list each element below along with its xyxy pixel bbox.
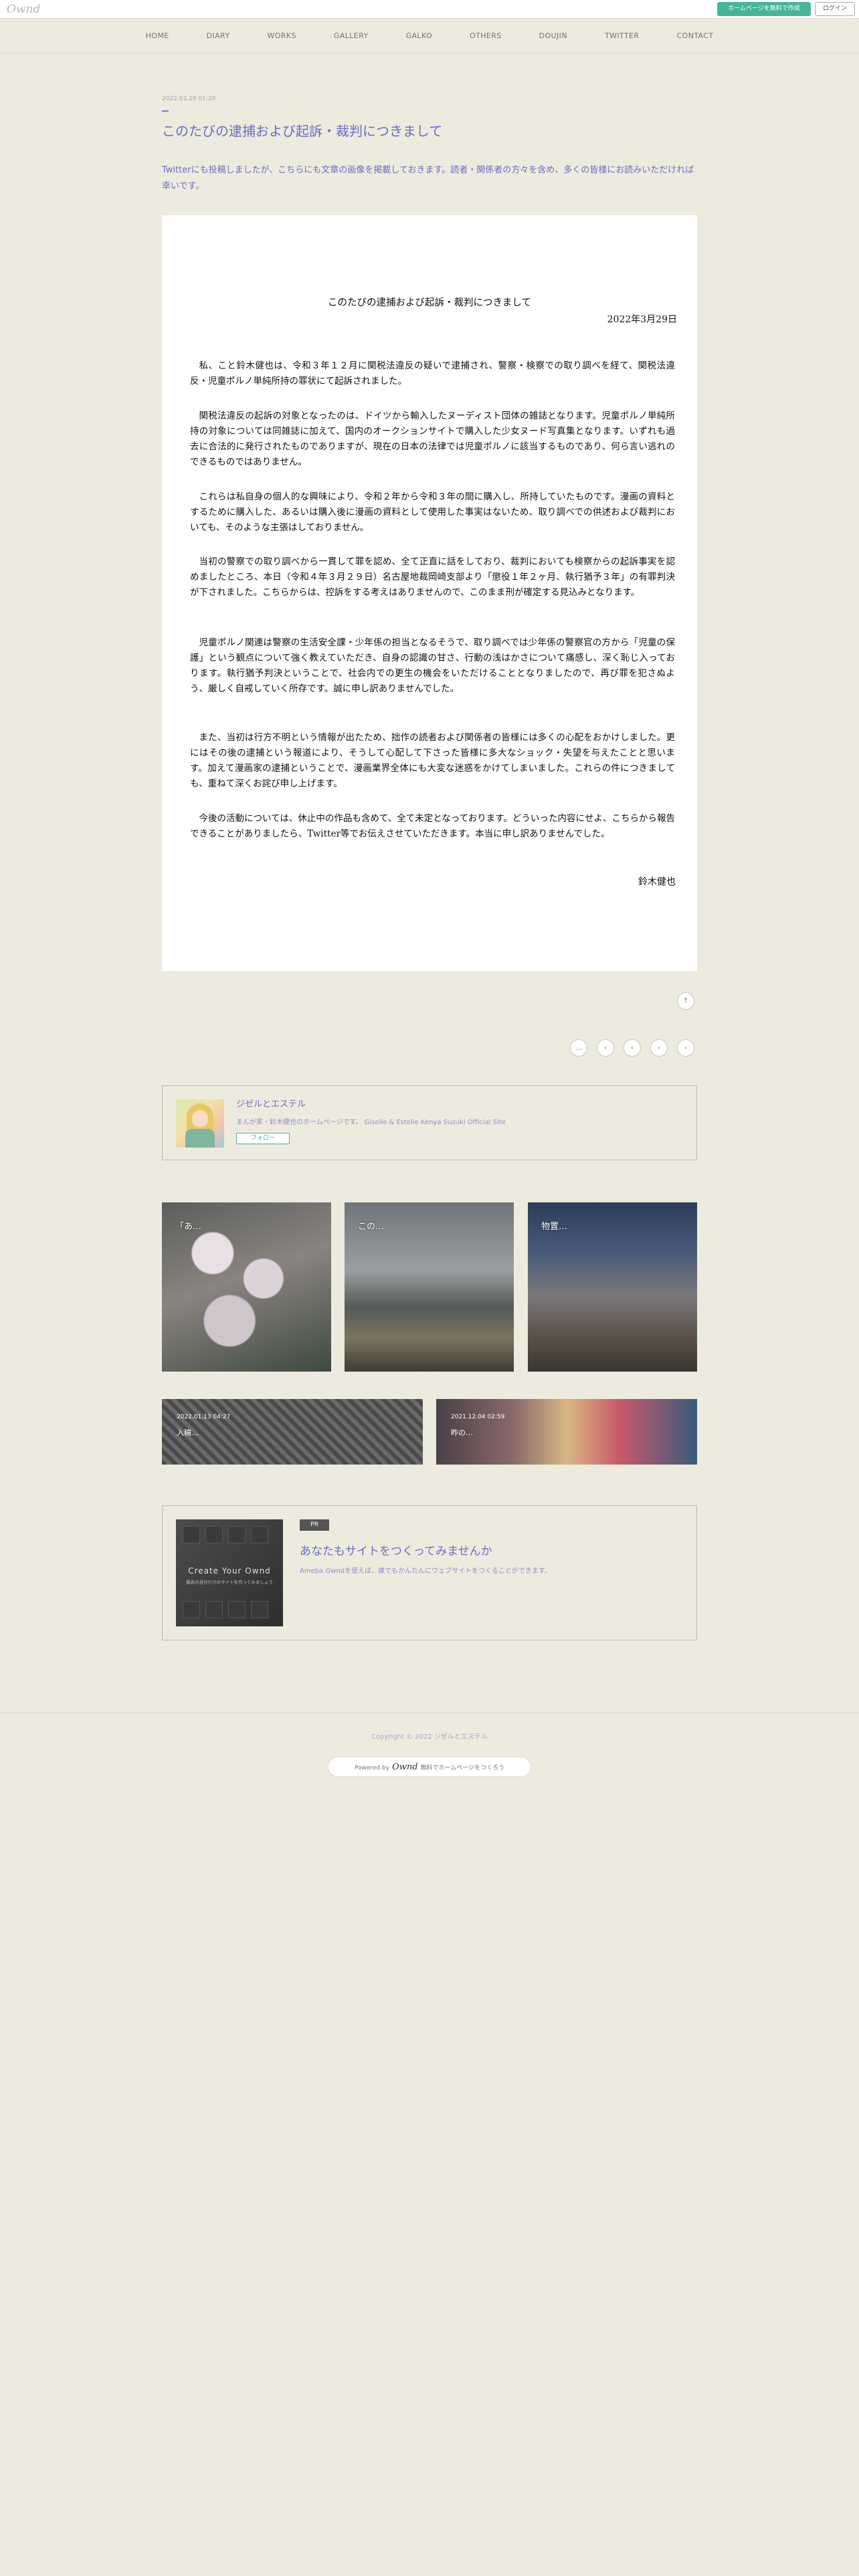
nav-gallery[interactable]: GALLERY (334, 31, 369, 40)
pr-description: Ameba Owndを使えば、誰でもかんたんにウェブサイトをつくることができます… (300, 1568, 551, 1575)
profile-name[interactable]: ジゼルとエステル (236, 1097, 306, 1109)
pager-button[interactable]: ‹ (650, 1039, 668, 1057)
pr-thumbnail-subtext: 最高の自分だけのサイトを作ってみましょう (186, 1580, 273, 1585)
related-post-tile[interactable]: 「あ… (162, 1202, 331, 1372)
related-post-caption: 入稿… (177, 1428, 199, 1437)
pager-next-button[interactable]: › (677, 1039, 694, 1057)
related-post-tile[interactable]: この… (345, 1202, 514, 1372)
pager-button[interactable]: ‹ (624, 1039, 641, 1057)
follow-button[interactable]: フォロー (236, 1133, 290, 1144)
topbar: Ownd ホームページを無料で作成 ログイン (0, 0, 859, 19)
powered-by-prefix: Powered by (354, 1765, 390, 1772)
nav-home[interactable]: HOME (146, 31, 169, 40)
nav-contact[interactable]: CONTACT (676, 31, 713, 40)
post-title: このたびの逮捕および起訴・裁判につきまして (162, 123, 443, 139)
related-post-caption: 昨の… (451, 1428, 473, 1437)
related-post-caption: この… (358, 1222, 385, 1232)
pr-title[interactable]: あなたもサイトをつくってみませんか (300, 1541, 492, 1558)
related-post-caption: 物置… (541, 1222, 568, 1232)
related-post-date: 2022.01.13 04:27 (177, 1414, 231, 1420)
document-date: 2022年3月29日 (607, 314, 677, 325)
document-paragraph: また、当初は行方不明という情報が出たため、拙作の読者および関係者の皆様には多くの… (190, 732, 675, 789)
document-paragraph: 今後の活動については、休止中の作品も含めて、全て未定となっております。どういった… (190, 813, 675, 839)
avatar[interactable] (176, 1099, 224, 1148)
post-date: 2022.03.29 01:20 (162, 96, 216, 102)
title-accent-rule (162, 110, 169, 112)
pr-badge: PR (300, 1519, 329, 1531)
pr-box[interactable]: Create Your Ownd 最高の自分だけのサイトを作ってみましょう PR… (162, 1505, 697, 1640)
share-more-button[interactable]: … (570, 1039, 587, 1057)
nav-galko[interactable]: GALKO (406, 31, 432, 40)
nav-others[interactable]: OTHERS (470, 31, 502, 40)
main-nav: HOME DIARY WORKS GALLERY GALKO OTHERS DO… (0, 19, 859, 53)
ownd-logo[interactable]: Ownd (7, 3, 40, 16)
related-post-wide-tile[interactable]: 2022.01.13 04:27 入稿… (162, 1399, 423, 1465)
powered-by-ownd-button[interactable]: Powered by Ownd 無料でホームページをつくろう (328, 1757, 531, 1777)
related-post-date: 2021.12.04 02:59 (451, 1414, 505, 1420)
profile-card: ジゼルとエステル まんが家・鈴木健也のホームページです。 Giselle & E… (162, 1085, 697, 1160)
related-post-wide-tile[interactable]: 2021.12.04 02:59 昨の… (436, 1399, 697, 1465)
related-post-tile[interactable]: 物置… (528, 1202, 697, 1372)
nav-works[interactable]: WORKS (267, 31, 296, 40)
pager-button[interactable]: ‹ (597, 1039, 614, 1057)
document-title: このたびの逮捕および起訴・裁判につきまして (327, 298, 532, 308)
document-paragraph: 関税法違反の起訴の対象となったのは、ドイツから輸入したヌーディスト団体の雑誌とな… (190, 411, 675, 467)
create-homepage-button[interactable]: ホームページを無料で作成 (717, 2, 811, 16)
ownd-brand-logo: Ownd (392, 1762, 418, 1772)
pr-thumbnail: Create Your Ownd 最高の自分だけのサイトを作ってみましょう (176, 1519, 283, 1626)
profile-description: まんが家・鈴木健也のホームページです。 Giselle & Estelle Ke… (236, 1119, 506, 1126)
powered-by-suffix: 無料でホームページをつくろう (420, 1765, 505, 1772)
nav-diary[interactable]: DIARY (207, 31, 230, 40)
copyright: Copyright © 2022 ジゼルとエステル (371, 1733, 488, 1741)
document-paragraph: 私、こと鈴木健也は、令和３年１２月に関税法違反の疑いで逮捕され、警察・検察での取… (190, 360, 675, 387)
document-signature: 鈴木健也 (638, 877, 676, 887)
nav-doujin[interactable]: DOUJIN (539, 31, 567, 40)
back-to-top-button[interactable]: ↑ (677, 992, 694, 1010)
pr-thumbnail-text: Create Your Ownd (188, 1566, 271, 1576)
document-paragraph: これらは私自身の個人的な興味により、令和２年から令和３年の間に購入し、所持してい… (190, 492, 675, 533)
document-paragraph: 児童ポルノ関連は警察の生活安全課・少年係の担当となるそうで、取り調べでは少年係の… (190, 637, 675, 694)
statement-document-image[interactable]: このたびの逮捕および起訴・裁判につきまして 2022年3月29日 私、こと鈴木健… (162, 215, 697, 971)
login-button[interactable]: ログイン (815, 2, 855, 16)
document-paragraph: 当初の警察での取り調べから一貫して罪を認め、全て正直に話をしており、裁判において… (190, 556, 675, 598)
post-lead: Twitterにも投稿しましたが、こちらにも文章の画像を掲載しておきます。読者・… (162, 165, 694, 191)
related-post-caption: 「あ… (175, 1222, 202, 1232)
nav-twitter[interactable]: TWITTER (605, 31, 639, 40)
